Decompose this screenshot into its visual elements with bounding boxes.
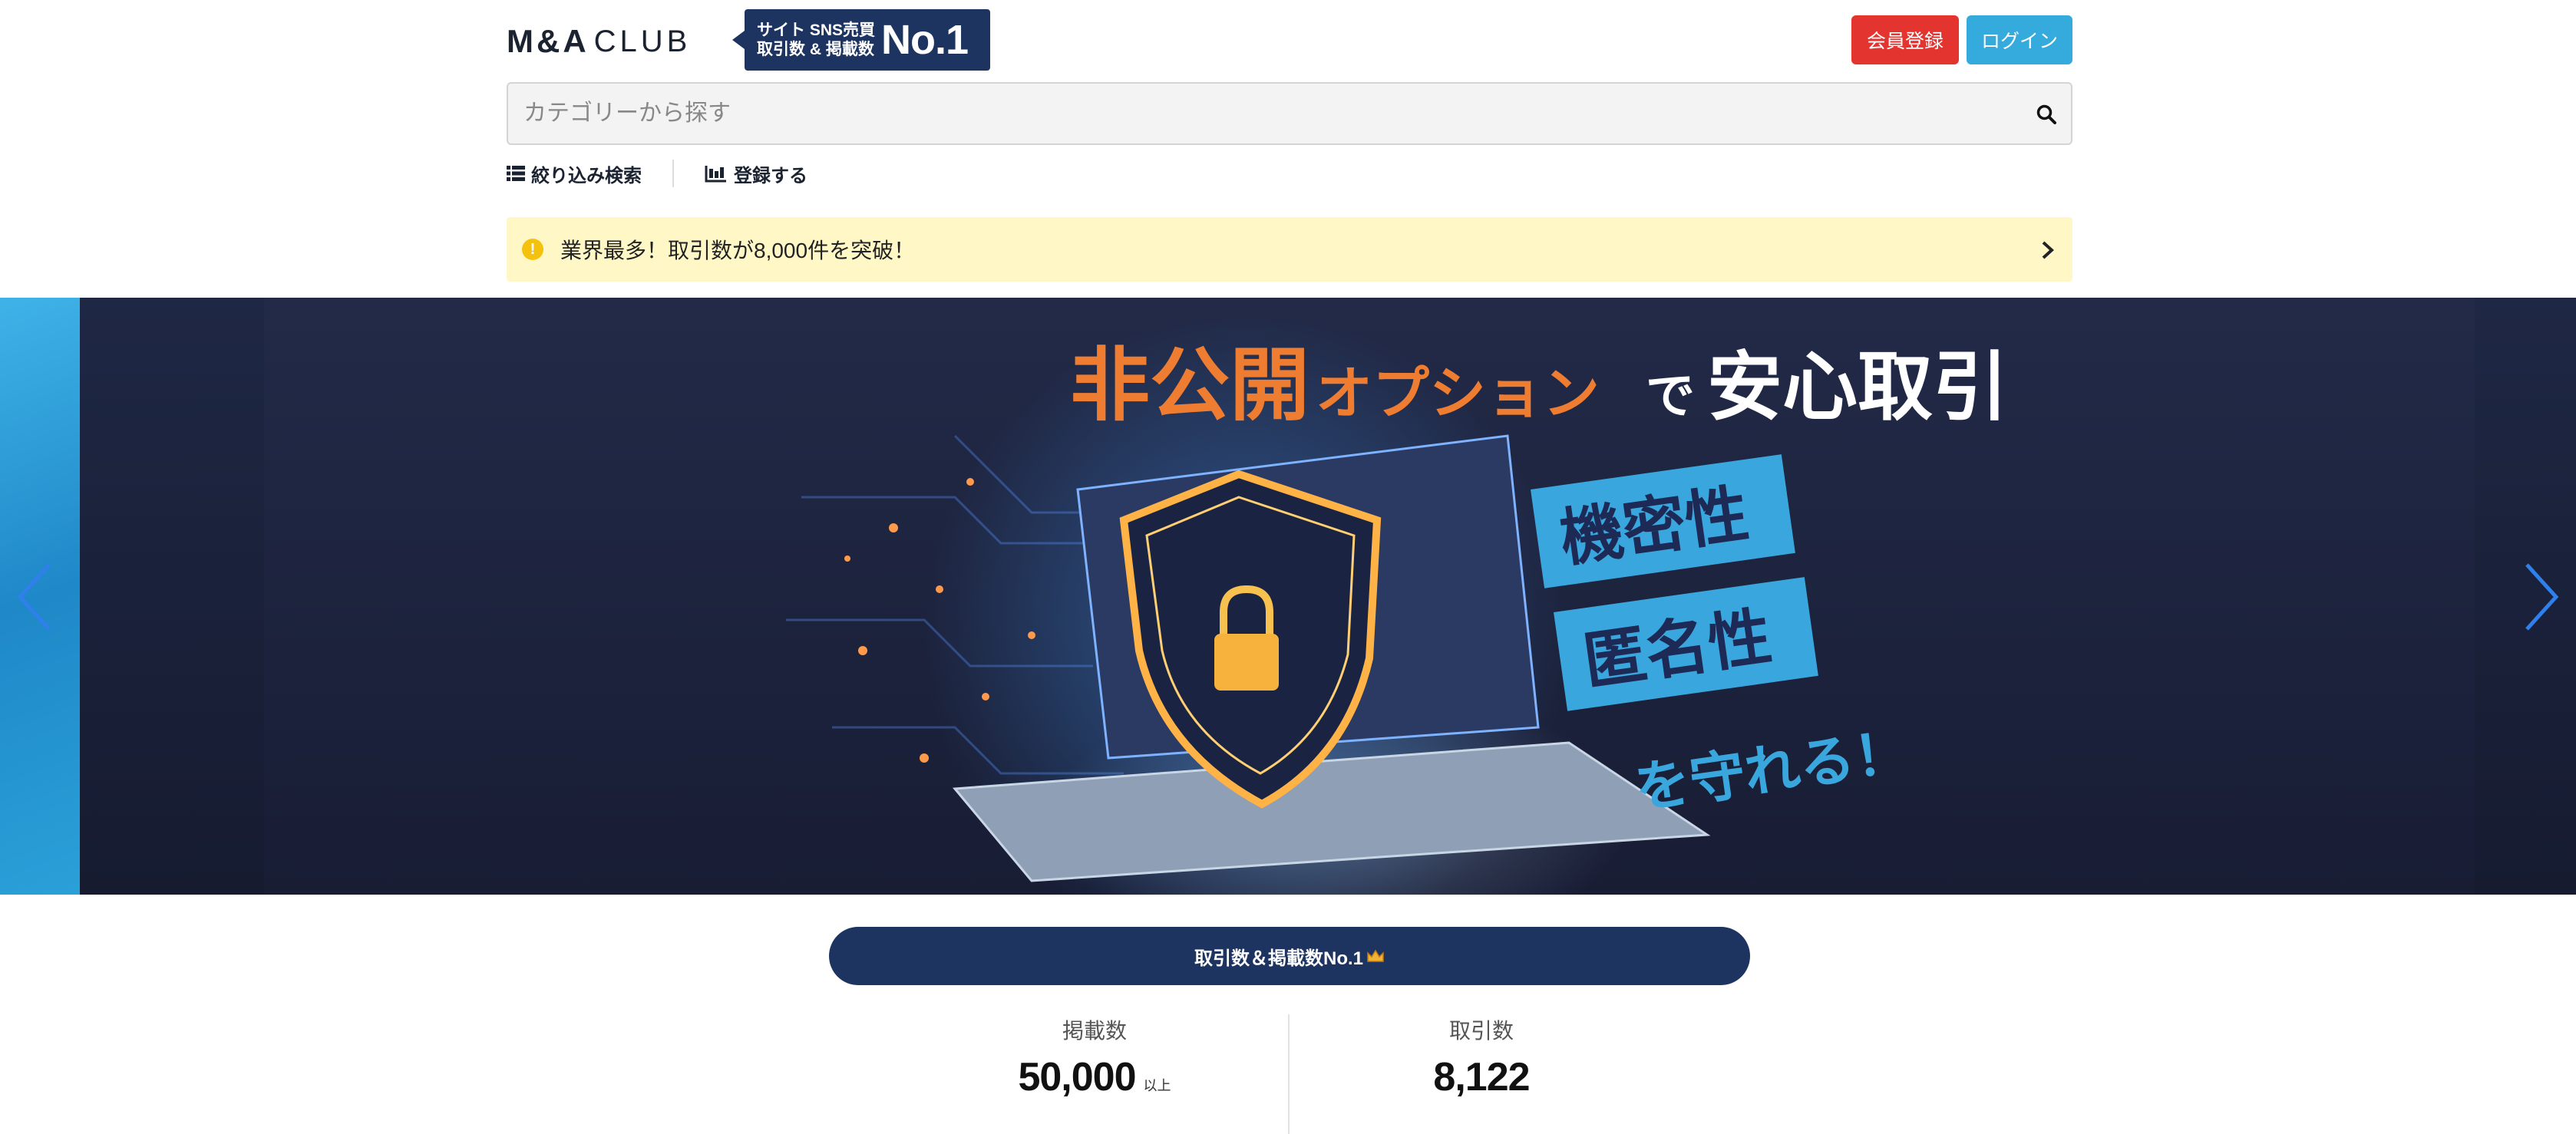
hero-tagline: を守れる！ (1631, 719, 1914, 821)
list-icon (507, 166, 525, 181)
logo-club-text: CLUB (593, 24, 692, 58)
search-input[interactable] (508, 84, 2013, 143)
badge-line-1: サイト SNS売買 (757, 21, 876, 39)
hero-slide[interactable]: 非公開 オプション で 安心取引 機密性 匿名性 を守れる！ (80, 298, 2576, 895)
stats-banner-text: 取引数＆掲載数No.1 (1194, 948, 1363, 969)
listings-label: 掲載数 (1062, 1019, 1127, 1043)
filter-search-link[interactable]: 絞り込み検索 (507, 160, 642, 187)
carousel-next-arrow-icon[interactable] (2518, 559, 2564, 635)
badge-no1-text: No.1 (881, 17, 969, 63)
hero-illustration: 非公開 オプション で 安心取引 機密性 匿名性 を守れる！ (786, 338, 2008, 882)
listings-value-row: 50,000 以上 (903, 1054, 1286, 1100)
sub-navigation: 絞り込み検索 登録する (507, 158, 807, 189)
category-search-bar (507, 82, 2072, 145)
register-icon (705, 166, 726, 183)
hero-headline-2: オプション (1316, 361, 1600, 427)
chevron-right-icon (2042, 241, 2054, 259)
announcement-banner[interactable]: ! 業界最多！取引数が8,000件を突破！ (507, 217, 2072, 282)
deals-label: 取引数 (1448, 1019, 1514, 1043)
hero-headline-3: で (1646, 368, 1695, 425)
site-logo[interactable]: M&A CLUB (507, 23, 691, 60)
listings-value: 50,000 (1018, 1055, 1136, 1099)
crown-icon (1367, 949, 1384, 962)
deals-stat: 取引数 8,122 (1290, 1014, 1673, 1100)
hero-headline-1: 非公開 (1070, 338, 1309, 432)
listings-stat: 掲載数 50,000 以上 (903, 1014, 1286, 1100)
hero-slide-image: 非公開 オプション で 安心取引 機密性 匿名性 を守れる！ (264, 298, 2475, 895)
alert-icon: ! (522, 239, 543, 260)
search-icon[interactable] (2036, 104, 2057, 125)
register-button[interactable]: 会員登録 (1851, 15, 1959, 64)
hero-carousel: 非公開 オプション で 安心取引 機密性 匿名性 を守れる！ (0, 298, 2576, 895)
hero-headline-4: 安心取引 (1707, 344, 2008, 431)
badge-line-2: 取引数 & 掲載数 (757, 41, 874, 58)
stats-banner: 取引数＆掲載数No.1 (829, 927, 1750, 985)
subnav-divider (672, 160, 674, 187)
site-header: M&A CLUB サイト SNS売買 取引数 & 掲載数 No.1 会員登録 ロ… (507, 9, 2072, 74)
carousel-prev-arrow-icon[interactable] (12, 559, 58, 635)
announcement-text: 業界最多！取引数が8,000件を突破！ (560, 239, 916, 262)
logo-ma-text: M&A (507, 23, 590, 59)
listings-unit: 以上 (1143, 1078, 1171, 1093)
register-listing-link[interactable]: 登録する (705, 160, 807, 187)
register-listing-label: 登録する (734, 165, 807, 186)
filter-search-label: 絞り込み検索 (531, 165, 642, 186)
deals-value: 8,122 (1433, 1055, 1530, 1099)
no1-badge: サイト SNS売買 取引数 & 掲載数 No.1 (732, 9, 990, 71)
login-button[interactable]: ログイン (1967, 15, 2072, 64)
